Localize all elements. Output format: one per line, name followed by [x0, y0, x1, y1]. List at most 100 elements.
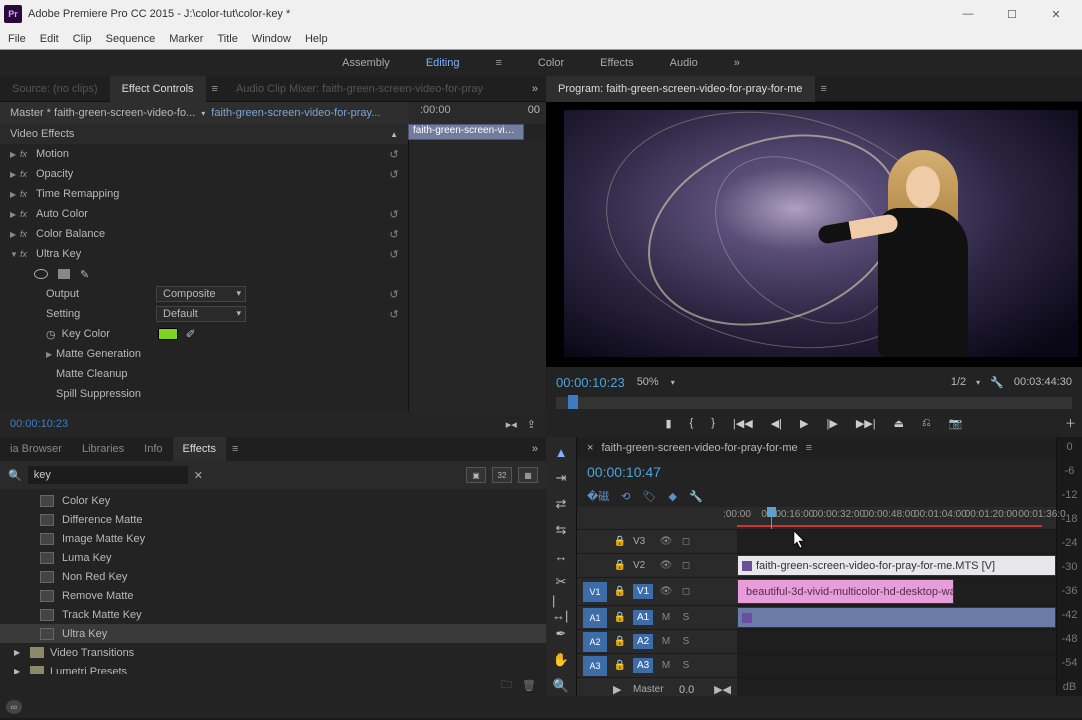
workspace-overflow-icon[interactable]: » [734, 57, 740, 69]
razor-tool-icon[interactable]: ✂ [552, 573, 570, 591]
lock-icon[interactable]: 🔒 [613, 636, 627, 647]
workspace-color[interactable]: Color [538, 57, 564, 69]
ultra-setting-select[interactable]: Default [156, 306, 246, 322]
zoom-dropdown-icon[interactable]: ▾ [671, 378, 675, 387]
master-dropdown-icon[interactable]: ▾ [201, 109, 205, 118]
effects-menu-icon[interactable]: ≡ [226, 443, 244, 455]
accel-filter-icon[interactable]: ▣ [466, 467, 486, 483]
clip-v2[interactable]: faith-green-screen-video-for-pray-for-me… [737, 555, 1056, 576]
workspace-assembly[interactable]: Assembly [342, 57, 390, 69]
ec-mini-timeline-ruler[interactable]: :00:00 00 [408, 102, 546, 124]
effect-item-image-matte-key[interactable]: Image Matte Key [0, 529, 546, 548]
reset-icon[interactable]: ↺ [386, 208, 402, 221]
add-button-icon[interactable]: ＋ [1065, 415, 1076, 431]
program-video-area[interactable] [546, 102, 1082, 367]
sequence-menu-icon[interactable]: ≡ [806, 442, 812, 454]
marker-icon[interactable]: 🏷 [643, 490, 657, 503]
close-sequence-icon[interactable]: × [587, 442, 593, 454]
maximize-button[interactable]: ☐ [990, 3, 1034, 25]
program-playhead[interactable] [568, 395, 578, 409]
ultra-matte-generation[interactable]: ▶Matte Generation [0, 344, 408, 364]
go-in-icon[interactable]: { [690, 417, 694, 429]
track-v2-content[interactable]: faith-green-screen-video-for-pray-for-me… [737, 554, 1056, 577]
track-a2-content[interactable] [737, 630, 1056, 653]
audio-meter[interactable]: 0-6-12-18-24-30-36-42-48-54dB [1056, 437, 1082, 696]
sequence-link[interactable]: faith-green-screen-video-for-pray... [211, 107, 380, 119]
ec-mini-clip[interactable]: faith-green-screen-video [408, 124, 524, 140]
step-back-icon[interactable]: ◀| [771, 417, 782, 430]
section-collapse-icon[interactable]: ▲ [390, 130, 398, 139]
effects-search-input[interactable] [28, 466, 188, 484]
folder-video-transitions[interactable]: ▶Video Transitions [0, 643, 546, 662]
workspace-effects[interactable]: Effects [600, 57, 633, 69]
effect-time-remapping[interactable]: ▶fxTime Remapping [0, 184, 408, 204]
settings-wrench-icon[interactable]: 🔧 [689, 490, 703, 503]
extract-icon[interactable]: ⎌ [922, 417, 931, 430]
tab-libraries[interactable]: Libraries [72, 437, 134, 461]
creative-cloud-icon[interactable]: ∞ [6, 700, 22, 714]
menu-marker[interactable]: Marker [169, 33, 203, 45]
reset-icon[interactable]: ↺ [386, 168, 402, 181]
eye-icon[interactable]: 👁 [659, 586, 673, 597]
track-a3-content[interactable] [737, 654, 1056, 677]
track-master-content[interactable] [737, 678, 1056, 696]
menu-edit[interactable]: Edit [40, 33, 59, 45]
rolling-tool-icon[interactable]: ⇆ [552, 521, 570, 539]
source-patch-a1[interactable]: A1 [583, 608, 607, 628]
sync-lock-icon[interactable]: ◻ [679, 586, 693, 597]
reset-icon[interactable]: ↺ [386, 288, 402, 301]
mute-icon[interactable]: M [659, 636, 673, 647]
stopwatch-icon[interactable]: ◷ [46, 328, 56, 341]
program-zoom[interactable]: 50% [637, 376, 659, 388]
pen-tool-icon[interactable]: ✒ [552, 625, 570, 643]
pen-mask-icon[interactable]: ✎ [80, 268, 89, 281]
zoom-tool-icon[interactable]: 🔍 [552, 677, 570, 695]
track-select-tool-icon[interactable]: ⇥ [552, 469, 570, 487]
linked-selection-icon[interactable]: ⟲ [621, 490, 630, 503]
ultra-spill-suppression[interactable]: Spill Suppression [0, 384, 408, 404]
selection-tool-icon[interactable]: ▲ [552, 443, 570, 461]
key-color-swatch[interactable] [158, 328, 178, 340]
reset-icon[interactable]: ↺ [386, 148, 402, 161]
effect-controls-menu-icon[interactable]: ≡ [206, 83, 224, 95]
ultra-matte-cleanup[interactable]: Matte Cleanup [0, 364, 408, 384]
lift-icon[interactable]: ⏏ [894, 417, 904, 430]
eye-icon[interactable]: 👁 [659, 536, 673, 547]
sync-lock-icon[interactable]: ◻ [679, 560, 693, 571]
minimize-button[interactable]: — [946, 3, 990, 25]
folder-lumetri-presets[interactable]: ▶Lumetri Presets [0, 662, 546, 674]
play-icon[interactable]: ▶ [800, 417, 808, 430]
effect-item-remove-matte[interactable]: Remove Matte [0, 586, 546, 605]
hand-tool-icon[interactable]: ✋ [552, 651, 570, 669]
ripple-tool-icon[interactable]: ⇄ [552, 495, 570, 513]
workspace-audio[interactable]: Audio [670, 57, 698, 69]
clear-search-icon[interactable]: ✕ [194, 469, 203, 482]
sync-lock-icon[interactable]: ◻ [679, 536, 693, 547]
effect-item-non-red-key[interactable]: Non Red Key [0, 567, 546, 586]
solo-icon[interactable]: S [679, 636, 693, 647]
mute-icon[interactable]: M [659, 612, 673, 623]
step-fwd-icon[interactable]: |▶ [826, 417, 837, 430]
export-frame-icon[interactable]: 📷 [949, 417, 963, 430]
solo-icon[interactable]: S [679, 612, 693, 623]
yuv-filter-icon[interactable]: ▦ [518, 467, 538, 483]
menu-file[interactable]: File [8, 33, 26, 45]
program-menu-icon[interactable]: ≡ [815, 83, 833, 95]
slip-tool-icon[interactable]: |↔| [552, 599, 570, 617]
ellipse-mask-icon[interactable] [34, 269, 48, 279]
source-patch-a3[interactable]: A3 [583, 656, 607, 676]
menu-clip[interactable]: Clip [73, 33, 92, 45]
source-patch-v1[interactable]: V1 [583, 582, 607, 602]
eyedropper-icon[interactable]: ✐ [186, 327, 196, 341]
ec-toggle-icon[interactable]: ▸◂ [506, 418, 517, 431]
menu-title[interactable]: Title [217, 33, 237, 45]
effect-item-ultra-key[interactable]: Ultra Key [0, 624, 546, 643]
track-a1-content[interactable] [737, 606, 1056, 629]
solo-icon[interactable]: S [679, 660, 693, 671]
effect-motion[interactable]: ▶fxMotion↺ [0, 144, 408, 164]
track-v3-content[interactable] [737, 530, 1056, 553]
program-current-tc[interactable]: 00:00:10:23 [556, 375, 625, 390]
mute-icon[interactable]: M [659, 660, 673, 671]
eye-icon[interactable]: 👁 [659, 560, 673, 571]
tabs-overflow-icon[interactable]: » [524, 83, 546, 95]
